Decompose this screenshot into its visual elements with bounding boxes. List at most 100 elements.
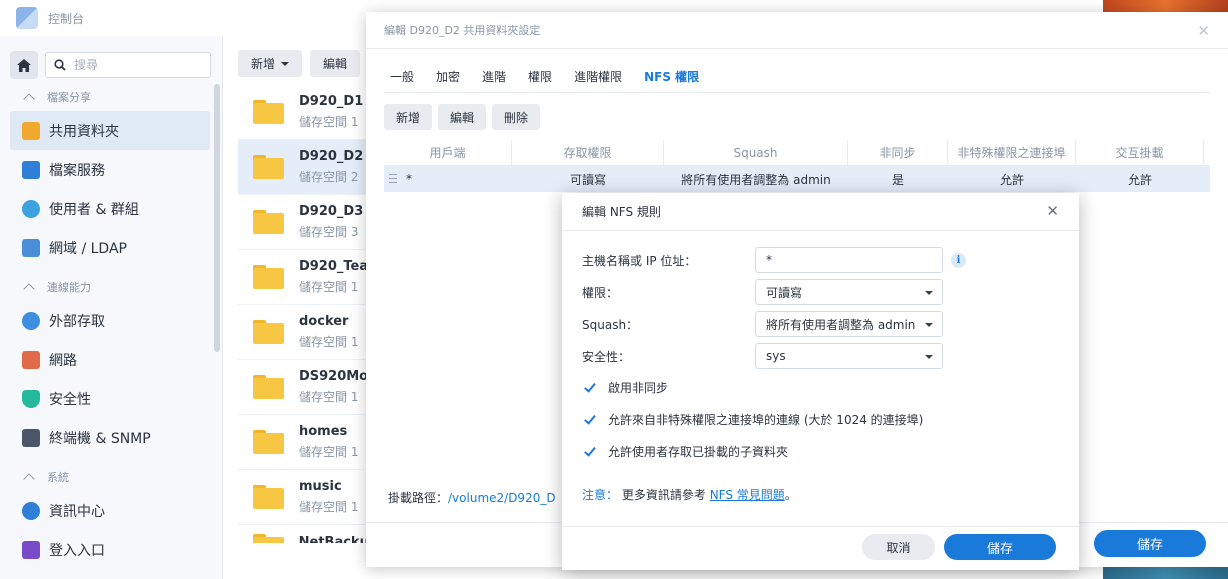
save-button[interactable]: 儲存	[944, 534, 1056, 560]
tab-permissions[interactable]: 權限	[528, 61, 552, 91]
privilege-value: 可讀寫	[766, 285, 803, 300]
sidebar-item-security[interactable]: 安全性	[10, 379, 210, 418]
host-label: 主機名稱或 IP 位址：	[582, 253, 697, 268]
external-access-icon	[22, 311, 40, 330]
add-rule-button[interactable]: 新增	[384, 104, 433, 130]
tab-advanced[interactable]: 進階	[482, 61, 506, 91]
share-row[interactable]: music 儲存空間 1	[238, 470, 368, 525]
folder-icon	[253, 375, 284, 399]
share-row[interactable]: homes 儲存空間 1	[238, 415, 368, 470]
users-icon	[22, 199, 40, 218]
share-row[interactable]: D920_D1 儲存空間 1	[238, 85, 368, 140]
sidebar-item-file-services[interactable]: 檔案服務	[10, 150, 210, 189]
table-cell: 可讀寫	[569, 172, 606, 187]
column-header[interactable]: 交互掛載	[1076, 140, 1204, 165]
sidebar-item-terminal[interactable]: 終端機 & SNMP	[10, 418, 210, 457]
share-name: D920_Tea	[298, 259, 368, 274]
checkmark-icon	[584, 379, 596, 393]
edit-nfs-rule-modal: 編輯 NFS 規則 ✕ 主機名稱或 IP 位址： i 權限： 可讀寫 Squas…	[562, 193, 1079, 570]
sidebar-section-system[interactable]: 系統	[0, 463, 222, 491]
sidebar-item-users[interactable]: 使用者 & 群組	[10, 189, 210, 228]
chevron-up-icon	[23, 93, 35, 105]
dialog-save-button[interactable]: 儲存	[1094, 530, 1206, 557]
squash-select[interactable]: 將所有使用者調整為 admin	[755, 311, 943, 337]
share-row[interactable]: D920_D2 儲存空間 2	[238, 140, 368, 195]
folder-icon	[253, 100, 284, 124]
info-icon[interactable]: i	[951, 252, 966, 268]
close-icon[interactable]: ✕	[1046, 204, 1059, 219]
share-row[interactable]: D920_Tea 儲存空間 1	[238, 250, 368, 305]
security-value: sys	[766, 349, 786, 363]
squash-value: 將所有使用者調整為 admin	[766, 317, 916, 332]
shared-folder-list: 新增 編輯 D920_D1 儲存空間 1 D920_D2 儲存空間 2 D920_D…	[224, 36, 368, 579]
tab-nfs-permissions[interactable]: NFS 權限	[644, 61, 699, 91]
mounted-subfolders-checkbox[interactable]	[582, 443, 598, 460]
share-name: DS920Mo	[298, 369, 368, 384]
share-row[interactable]: NetBacku	[238, 525, 368, 543]
sidebar-item-domain[interactable]: 網域 / LDAP	[10, 228, 210, 267]
security-select[interactable]: sys	[755, 343, 943, 369]
edit-rule-button[interactable]: 編輯	[438, 104, 487, 130]
table-cell: 將所有使用者調整為 admin	[681, 172, 831, 187]
share-name: D920_D2	[299, 149, 364, 164]
sidebar-item-label: 登入入口	[49, 542, 105, 559]
async-checkbox[interactable]	[582, 379, 598, 396]
edit-button[interactable]: 編輯	[310, 50, 361, 77]
squash-label: Squash：	[582, 317, 639, 332]
checkmark-icon	[584, 443, 596, 457]
column-header[interactable]: 存取權限	[512, 140, 664, 165]
note: 注意： 更多資訊請參考 NFS 常見問題。	[582, 486, 797, 503]
async-checkbox-row[interactable]: 啟用非同步	[582, 379, 668, 396]
column-header[interactable]: 非同步	[848, 140, 948, 165]
dialog-title: 編輯 D920_D2 共用資料夾設定	[384, 24, 541, 37]
share-row[interactable]: docker 儲存空間 1	[238, 305, 368, 360]
search-box[interactable]	[45, 52, 211, 78]
info-center-icon	[22, 501, 40, 520]
network-icon	[22, 350, 40, 369]
sidebar-item-login-portal[interactable]: 登入入口	[10, 530, 210, 569]
table-row[interactable]: * 可讀寫 將所有使用者調整為 admin 是 允許 允許	[384, 166, 1210, 192]
sidebar-item-shared-folder[interactable]: 共用資料夾	[10, 111, 210, 150]
sidebar-section-connectivity[interactable]: 連線能力	[0, 273, 222, 301]
modal-title: 編輯 NFS 規則	[582, 205, 661, 219]
sidebar-section-file-sharing[interactable]: 檔案分享	[0, 83, 222, 111]
sidebar-item-network[interactable]: 網路	[10, 340, 210, 379]
column-header[interactable]: Squash	[664, 140, 848, 165]
tab-encryption[interactable]: 加密	[436, 61, 460, 91]
sidebar-item-external-access[interactable]: 外部存取	[10, 301, 210, 340]
sidebar-item-label: 網路	[49, 352, 77, 369]
share-row[interactable]: DS920Mo 儲存空間 1	[238, 360, 368, 415]
host-input[interactable]	[755, 247, 943, 273]
privilege-select[interactable]: 可讀寫	[755, 279, 943, 305]
dropdown-caret-icon	[281, 61, 290, 66]
section-label: 系統	[47, 471, 69, 484]
nonprivileged-port-checkbox-row[interactable]: 允許來自非特殊權限之連接埠的連線 (大於 1024 的連接埠)	[582, 411, 923, 428]
cancel-button[interactable]: 取消	[862, 534, 935, 560]
drag-handle-icon[interactable]	[389, 174, 397, 183]
edit-label: 編輯	[323, 57, 348, 71]
dropdown-arrow-icon	[925, 291, 933, 295]
share-row[interactable]: D920_D3 儲存空間 3	[238, 195, 368, 250]
sidebar-item-label: 安全性	[49, 391, 91, 408]
nfs-faq-link[interactable]: NFS 常見問題	[710, 488, 785, 502]
home-button[interactable]	[10, 51, 38, 79]
close-icon[interactable]: ✕	[1197, 24, 1210, 39]
share-volume: 儲存空間 1	[299, 445, 359, 459]
search-input[interactable]	[74, 58, 194, 72]
column-header[interactable]: 用戶端	[384, 140, 512, 165]
tab-advanced-permissions[interactable]: 進階權限	[574, 61, 622, 91]
sidebar-item-info-center[interactable]: 資訊中心	[10, 491, 210, 530]
folder-icon	[253, 265, 284, 289]
sidebar-item-label: 檔案服務	[49, 162, 105, 179]
nonprivileged-port-checkbox[interactable]	[582, 411, 598, 428]
column-header[interactable]: 非特殊權限之連接埠	[948, 140, 1076, 165]
section-label: 連線能力	[47, 281, 91, 294]
nfs-rules-table: 用戶端 存取權限 Squash 非同步 非特殊權限之連接埠 交互掛載 * 可讀寫…	[384, 140, 1210, 192]
delete-rule-button[interactable]: 刪除	[492, 104, 541, 130]
mounted-subfolders-checkbox-row[interactable]: 允許使用者存取已掛載的子資料夾	[582, 443, 788, 460]
dropdown-arrow-icon	[925, 323, 933, 327]
sidebar-scrollbar[interactable]	[214, 84, 220, 352]
create-button[interactable]: 新增	[238, 50, 303, 77]
tab-general[interactable]: 一般	[390, 61, 414, 91]
home-icon	[17, 58, 31, 72]
